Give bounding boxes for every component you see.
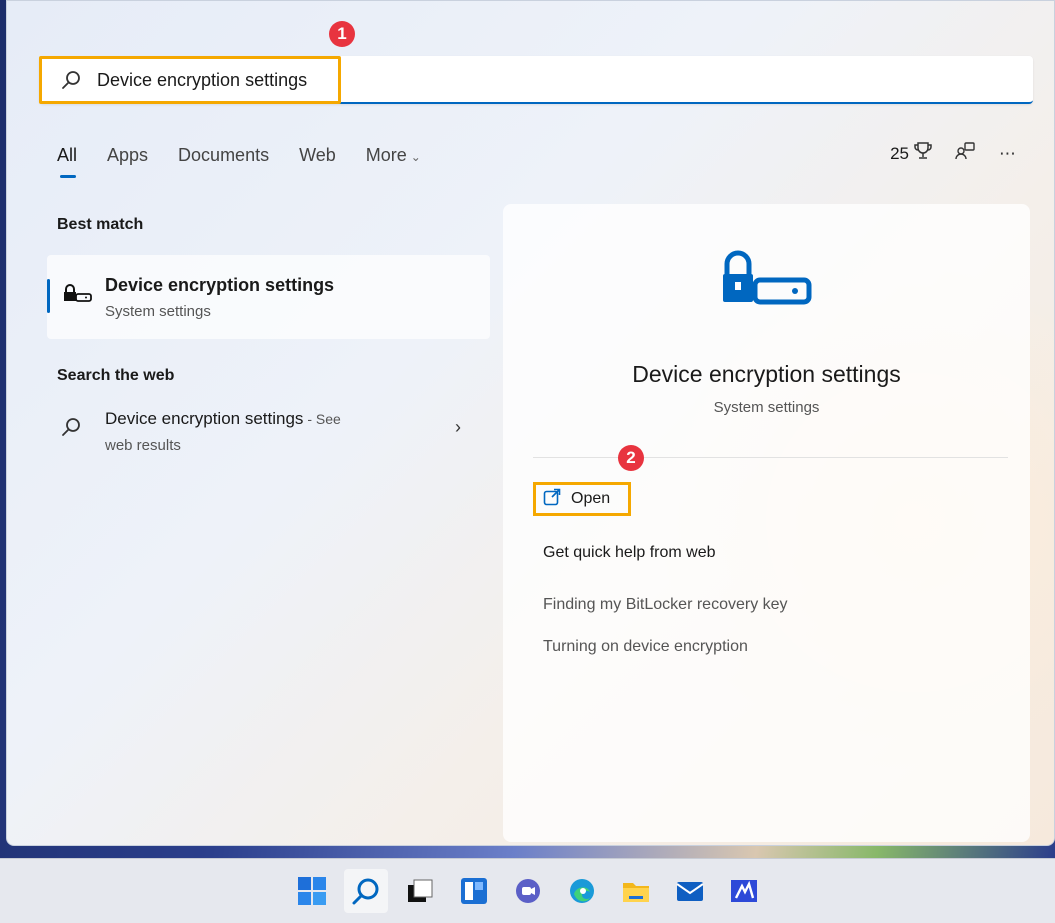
best-match-subtitle: System settings <box>105 303 211 320</box>
more-options-icon[interactable]: ⋯ <box>999 144 1016 164</box>
quick-help-heading: Get quick help from web <box>543 544 716 561</box>
best-match-title: Device encryption settings <box>105 275 335 295</box>
filter-tabs: All Apps Documents Web More ⌄ <box>57 144 451 184</box>
selection-indicator <box>47 279 50 313</box>
preview-subtitle: System settings <box>713 399 820 416</box>
file-explorer-icon[interactable] <box>614 869 658 913</box>
chevron-down-icon: ⌄ <box>410 150 421 164</box>
web-result-see: - See <box>303 411 341 427</box>
results-column: Best match Device encryption settings Sy… <box>47 216 490 479</box>
trophy-icon <box>913 141 933 166</box>
web-result-title: Device encryption settings - See <box>105 409 341 429</box>
search-window: 1 All Apps Documents Web More⌄ 25 ⋯ Best… <box>6 0 1055 846</box>
tab-apps-label: Apps <box>107 145 149 165</box>
device-encryption-icon <box>721 248 813 310</box>
taskbar <box>0 858 1055 923</box>
open-button-label: Open <box>571 490 611 507</box>
search-icon[interactable] <box>343 869 388 913</box>
tab-apps[interactable]: Apps <box>107 144 148 170</box>
tab-more[interactable]: More ⌄ <box>366 144 421 170</box>
search-box[interactable] <box>39 56 1033 104</box>
best-match-item[interactable]: Device encryption settings System settin… <box>47 255 490 339</box>
chat-icon[interactable] <box>506 869 550 913</box>
search-highlight-box <box>39 56 341 104</box>
web-result-item[interactable]: Device encryption settings - See web res… <box>47 409 490 479</box>
search-icon <box>61 417 81 437</box>
open-button[interactable]: Open <box>533 482 631 516</box>
divider <box>533 457 1008 458</box>
help-link-device-encryption[interactable]: Turning on device encryption <box>543 638 748 656</box>
widgets-icon[interactable] <box>452 869 496 913</box>
rewards-points[interactable]: 25 <box>890 141 933 166</box>
task-view-icon[interactable] <box>398 869 442 913</box>
open-external-icon <box>543 488 561 511</box>
tab-web-label: Web <box>299 145 336 165</box>
preview-pane: Device encryption settings System settin… <box>503 204 1030 842</box>
web-result-query: Device encryption settings <box>105 409 304 428</box>
step-badge-2: 2 <box>618 445 644 471</box>
tab-all[interactable]: All <box>57 144 78 178</box>
tab-documents[interactable]: Documents <box>178 144 269 170</box>
rewards-points-value: 25 <box>890 143 909 163</box>
start-icon[interactable] <box>290 869 334 913</box>
store-icon[interactable] <box>722 869 766 913</box>
help-link-bitlocker[interactable]: Finding my BitLocker recovery key <box>543 596 788 614</box>
tab-more-label: More <box>365 145 407 165</box>
top-right-toolbar: 25 ⋯ <box>890 141 1016 166</box>
account-icon[interactable] <box>955 141 977 166</box>
web-result-subtitle: web results <box>105 437 181 454</box>
chevron-right-icon: › <box>455 417 461 437</box>
edge-icon[interactable] <box>560 869 604 913</box>
mail-icon[interactable] <box>668 869 712 913</box>
step-badge-1: 1 <box>329 21 355 47</box>
best-match-heading: Best match <box>57 216 144 233</box>
device-encryption-icon <box>63 283 93 305</box>
search-web-heading: Search the web <box>57 367 175 384</box>
preview-title: Device encryption settings <box>632 361 901 387</box>
tab-web[interactable]: Web <box>299 144 336 170</box>
tab-documents-label: Documents <box>178 145 270 165</box>
tab-all-label: All <box>57 145 78 165</box>
